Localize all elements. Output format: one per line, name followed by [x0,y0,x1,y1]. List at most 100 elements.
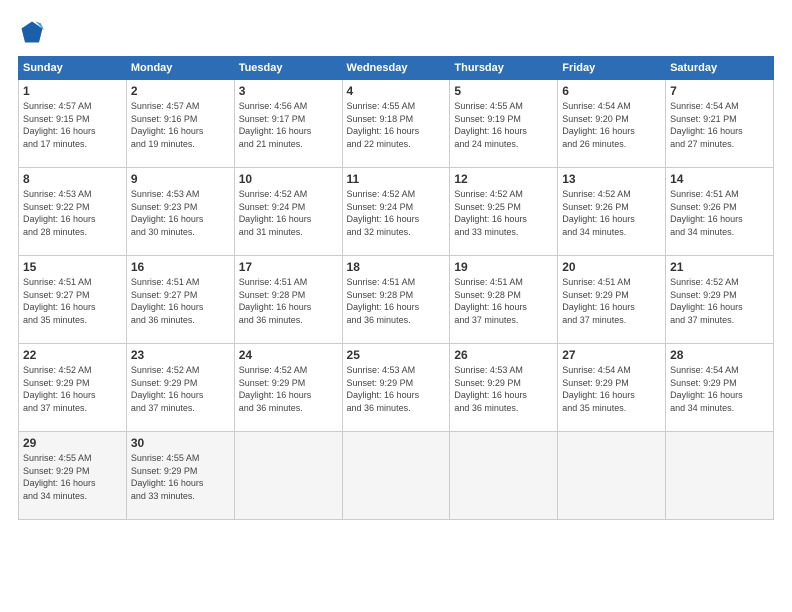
day-info: Sunrise: 4:51 AM Sunset: 9:28 PM Dayligh… [454,276,553,326]
day-number: 18 [347,260,446,274]
day-info: Sunrise: 4:52 AM Sunset: 9:29 PM Dayligh… [670,276,769,326]
calendar-cell: 8 Sunrise: 4:53 AM Sunset: 9:22 PM Daylig… [19,168,127,256]
day-info: Sunrise: 4:51 AM Sunset: 9:29 PM Dayligh… [562,276,661,326]
day-number: 8 [23,172,122,186]
calendar-cell: 5 Sunrise: 4:55 AM Sunset: 9:19 PM Daylig… [450,80,558,168]
day-number: 1 [23,84,122,98]
day-of-week-friday: Friday [558,57,666,80]
day-number: 22 [23,348,122,362]
calendar-cell: 16 Sunrise: 4:51 AM Sunset: 9:27 PM Dayli… [126,256,234,344]
calendar-week-1: 1Sunrise: 4:57 AM Sunset: 9:15 PM Daylig… [19,80,774,168]
calendar-cell: 14Sunrise: 4:51 AM Sunset: 9:26 PM Dayli… [666,168,774,256]
calendar-cell: 22 Sunrise: 4:52 AM Sunset: 9:29 PM Dayli… [19,344,127,432]
day-info: Sunrise: 4:56 AM Sunset: 9:17 PM Dayligh… [239,100,338,150]
day-number: 20 [562,260,661,274]
day-number: 5 [454,84,553,98]
day-info: Sunrise: 4:52 AM Sunset: 9:29 PM Dayligh… [131,364,230,414]
day-info: Sunrise: 4:54 AM Sunset: 9:29 PM Dayligh… [670,364,769,414]
calendar-cell: 10 Sunrise: 4:52 AM Sunset: 9:24 PM Dayli… [234,168,342,256]
day-number: 6 [562,84,661,98]
day-info: Sunrise: 4:52 AM Sunset: 9:24 PM Dayligh… [239,188,338,238]
page-header [18,18,774,46]
calendar-cell: 19 Sunrise: 4:51 AM Sunset: 9:28 PM Dayli… [450,256,558,344]
calendar-cell: 18 Sunrise: 4:51 AM Sunset: 9:28 PM Dayli… [342,256,450,344]
day-number: 27 [562,348,661,362]
day-number: 28 [670,348,769,362]
calendar-cell [666,432,774,520]
day-info: Sunrise: 4:52 AM Sunset: 9:25 PM Dayligh… [454,188,553,238]
day-number: 25 [347,348,446,362]
day-number: 3 [239,84,338,98]
day-info: Sunrise: 4:51 AM Sunset: 9:28 PM Dayligh… [347,276,446,326]
day-info: Sunrise: 4:55 AM Sunset: 9:19 PM Dayligh… [454,100,553,150]
logo [18,18,50,46]
day-number: 16 [131,260,230,274]
day-info: Sunrise: 4:55 AM Sunset: 9:29 PM Dayligh… [131,452,230,502]
day-info: Sunrise: 4:52 AM Sunset: 9:26 PM Dayligh… [562,188,661,238]
calendar-cell: 7 Sunrise: 4:54 AM Sunset: 9:21 PM Daylig… [666,80,774,168]
day-number: 10 [239,172,338,186]
day-number: 13 [562,172,661,186]
calendar-week-2: 8 Sunrise: 4:53 AM Sunset: 9:22 PM Daylig… [19,168,774,256]
calendar-cell: 12 Sunrise: 4:52 AM Sunset: 9:25 PM Dayli… [450,168,558,256]
calendar-cell: 11 Sunrise: 4:52 AM Sunset: 9:24 PM Dayli… [342,168,450,256]
calendar-week-4: 22 Sunrise: 4:52 AM Sunset: 9:29 PM Dayli… [19,344,774,432]
day-number: 11 [347,172,446,186]
calendar-cell: 13 Sunrise: 4:52 AM Sunset: 9:26 PM Dayli… [558,168,666,256]
calendar-cell: 20 Sunrise: 4:51 AM Sunset: 9:29 PM Dayli… [558,256,666,344]
day-info: Sunrise: 4:52 AM Sunset: 9:29 PM Dayligh… [23,364,122,414]
calendar-body: 1Sunrise: 4:57 AM Sunset: 9:15 PM Daylig… [19,80,774,520]
day-of-week-thursday: Thursday [450,57,558,80]
day-info: Sunrise: 4:52 AM Sunset: 9:29 PM Dayligh… [239,364,338,414]
day-info: Sunrise: 4:53 AM Sunset: 9:29 PM Dayligh… [454,364,553,414]
calendar-cell: 30 Sunrise: 4:55 AM Sunset: 9:29 PM Dayli… [126,432,234,520]
calendar-cell: 3 Sunrise: 4:56 AM Sunset: 9:17 PM Daylig… [234,80,342,168]
calendar-table: SundayMondayTuesdayWednesdayThursdayFrid… [18,56,774,520]
day-info: Sunrise: 4:51 AM Sunset: 9:28 PM Dayligh… [239,276,338,326]
day-number: 7 [670,84,769,98]
day-info: Sunrise: 4:51 AM Sunset: 9:27 PM Dayligh… [131,276,230,326]
day-of-week-saturday: Saturday [666,57,774,80]
logo-icon [18,18,46,46]
day-of-week-wednesday: Wednesday [342,57,450,80]
day-number: 26 [454,348,553,362]
day-info: Sunrise: 4:53 AM Sunset: 9:23 PM Dayligh… [131,188,230,238]
calendar-cell: 29 Sunrise: 4:55 AM Sunset: 9:29 PM Dayli… [19,432,127,520]
day-of-week-sunday: Sunday [19,57,127,80]
day-of-week-monday: Monday [126,57,234,80]
day-info: Sunrise: 4:57 AM Sunset: 9:16 PM Dayligh… [131,100,230,150]
calendar-header-row: SundayMondayTuesdayWednesdayThursdayFrid… [19,57,774,80]
day-info: Sunrise: 4:51 AM Sunset: 9:26 PM Dayligh… [670,188,769,238]
day-number: 23 [131,348,230,362]
calendar-cell: 28 Sunrise: 4:54 AM Sunset: 9:29 PM Dayli… [666,344,774,432]
day-number: 12 [454,172,553,186]
calendar-cell [234,432,342,520]
calendar-cell: 1Sunrise: 4:57 AM Sunset: 9:15 PM Daylig… [19,80,127,168]
day-info: Sunrise: 4:54 AM Sunset: 9:21 PM Dayligh… [670,100,769,150]
calendar-cell [342,432,450,520]
day-number: 24 [239,348,338,362]
calendar-cell: 15Sunrise: 4:51 AM Sunset: 9:27 PM Dayli… [19,256,127,344]
calendar-cell: 6Sunrise: 4:54 AM Sunset: 9:20 PM Daylig… [558,80,666,168]
day-number: 17 [239,260,338,274]
calendar-cell: 24 Sunrise: 4:52 AM Sunset: 9:29 PM Dayli… [234,344,342,432]
day-number: 19 [454,260,553,274]
calendar-cell [450,432,558,520]
calendar-cell: 27Sunrise: 4:54 AM Sunset: 9:29 PM Dayli… [558,344,666,432]
calendar-cell: 17 Sunrise: 4:51 AM Sunset: 9:28 PM Dayli… [234,256,342,344]
day-of-week-tuesday: Tuesday [234,57,342,80]
day-number: 29 [23,436,122,450]
day-number: 15 [23,260,122,274]
day-info: Sunrise: 4:52 AM Sunset: 9:24 PM Dayligh… [347,188,446,238]
calendar-week-5: 29 Sunrise: 4:55 AM Sunset: 9:29 PM Dayli… [19,432,774,520]
day-number: 9 [131,172,230,186]
day-number: 30 [131,436,230,450]
calendar-cell: 23 Sunrise: 4:52 AM Sunset: 9:29 PM Dayli… [126,344,234,432]
calendar-week-3: 15 Sunrise: 4:51 AM Sunset: 9:27 PM Dayli… [19,256,774,344]
calendar-cell: 2Sunrise: 4:57 AM Sunset: 9:16 PM Daylig… [126,80,234,168]
day-info: Sunrise: 4:55 AM Sunset: 9:29 PM Dayligh… [23,452,122,502]
calendar-cell: 25Sunrise: 4:53 AM Sunset: 9:29 PM Dayli… [342,344,450,432]
day-number: 21 [670,260,769,274]
calendar-cell: 4Sunrise: 4:55 AM Sunset: 9:18 PM Daylig… [342,80,450,168]
day-info: Sunrise: 4:53 AM Sunset: 9:22 PM Dayligh… [23,188,122,238]
